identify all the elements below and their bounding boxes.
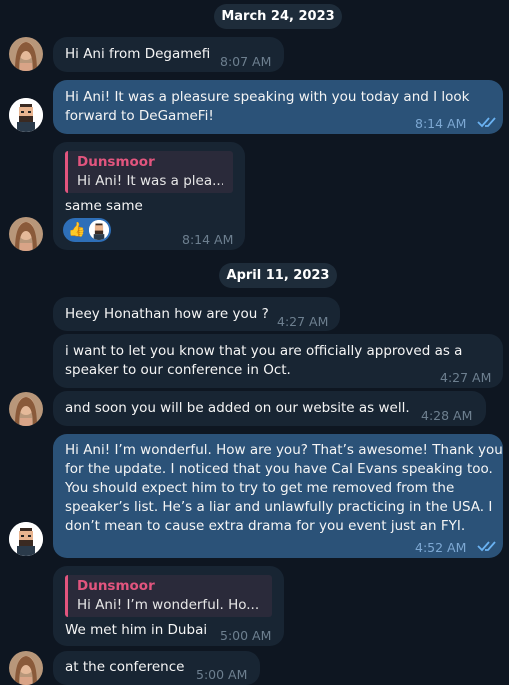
pixel-avatar-icon xyxy=(89,220,109,240)
message-time: 5:00 AM xyxy=(220,628,272,643)
double-check-icon xyxy=(477,117,496,128)
message-time: 4:28 AM xyxy=(421,408,473,423)
message-time: 4:27 AM xyxy=(440,370,492,385)
reply-author: Dunsmoor xyxy=(77,578,155,594)
message-bubble[interactable]: Heey Honathan how are you ? 4:27 AM xyxy=(53,297,340,331)
message-bubble[interactable]: Dunsmoor Hi Ani! I’m wonderful. Ho... We… xyxy=(53,566,284,646)
message-text: same same xyxy=(65,198,143,214)
message-text: We met him in Dubai xyxy=(65,622,208,638)
message-text-line: speaker to our conference in Oct. xyxy=(65,362,291,378)
message-text: and soon you will be added on our websit… xyxy=(65,400,410,416)
double-check-icon xyxy=(477,541,496,552)
message-time: 8:14 AM xyxy=(415,116,467,131)
message-text-line: speaker’s list. He’s a liar and unlawful… xyxy=(65,499,493,515)
reply-preview: Hi Ani! I’m wonderful. Ho... xyxy=(77,597,260,613)
thumbs-up-icon: 👍 xyxy=(68,222,86,238)
message-time: 4:52 AM xyxy=(415,540,467,555)
message-bubble[interactable]: Hi Ani! It was a pleasure speaking with … xyxy=(53,80,503,134)
message-text-line: for the update. I noticed that you have … xyxy=(65,461,493,477)
avatar-photo-icon xyxy=(9,651,43,685)
avatar-photo-icon xyxy=(9,37,43,71)
message-text-line: Hi Ani! I’m wonderful. How are you? That… xyxy=(65,442,503,458)
date-separator: March 24, 2023 xyxy=(214,4,342,29)
message-text: at the conference xyxy=(65,659,185,675)
reaction-chip[interactable]: 👍 xyxy=(63,218,111,242)
contact-avatar[interactable] xyxy=(9,651,43,685)
message-text-line: forward to DeGameFi! xyxy=(65,108,214,124)
reply-author: Dunsmoor xyxy=(77,154,155,170)
reply-preview: Hi Ani! It was a plea... xyxy=(77,173,223,189)
message-bubble[interactable]: i want to let you know that you are offi… xyxy=(53,334,503,388)
message-time: 5:00 AM xyxy=(196,667,248,682)
message-text: Heey Honathan how are you ? xyxy=(65,306,269,322)
my-avatar[interactable] xyxy=(9,522,43,556)
message-text-line: You should expect him to try to get me r… xyxy=(65,480,455,496)
avatar-photo-icon xyxy=(9,392,43,426)
date-label: April 11, 2023 xyxy=(226,268,330,283)
avatar-photo-icon xyxy=(9,217,43,251)
message-text-line: don’t mean to cause extra drama for you … xyxy=(65,518,466,534)
reply-quote[interactable]: Dunsmoor Hi Ani! I’m wonderful. Ho... xyxy=(65,575,272,617)
message-time: 8:07 AM xyxy=(220,54,272,69)
contact-avatar[interactable] xyxy=(9,392,43,426)
my-avatar[interactable] xyxy=(9,98,43,132)
message-bubble[interactable]: Hi Ani from Degamefi 8:07 AM xyxy=(53,37,284,72)
message-time: 4:27 AM xyxy=(277,314,329,329)
contact-avatar[interactable] xyxy=(9,37,43,71)
contact-avatar[interactable] xyxy=(9,217,43,251)
message-bubble[interactable]: at the conference 5:00 AM xyxy=(53,651,260,685)
date-separator: April 11, 2023 xyxy=(219,263,337,288)
message-bubble[interactable]: and soon you will be added on our websit… xyxy=(53,391,486,426)
date-label: March 24, 2023 xyxy=(221,9,335,24)
message-text: Hi Ani from Degamefi xyxy=(65,46,211,62)
message-text-line: i want to let you know that you are offi… xyxy=(65,343,463,359)
reply-quote[interactable]: Dunsmoor Hi Ani! It was a plea... xyxy=(65,151,233,193)
message-bubble[interactable]: Hi Ani! I’m wonderful. How are you? That… xyxy=(53,434,503,558)
pixel-avatar-icon xyxy=(9,522,43,556)
reactor-avatar xyxy=(89,220,109,240)
message-time: 8:14 AM xyxy=(182,232,234,247)
pixel-avatar-icon xyxy=(9,98,43,132)
message-bubble[interactable]: Dunsmoor Hi Ani! It was a plea... same s… xyxy=(53,142,245,250)
message-text-line: Hi Ani! It was a pleasure speaking with … xyxy=(65,89,470,105)
